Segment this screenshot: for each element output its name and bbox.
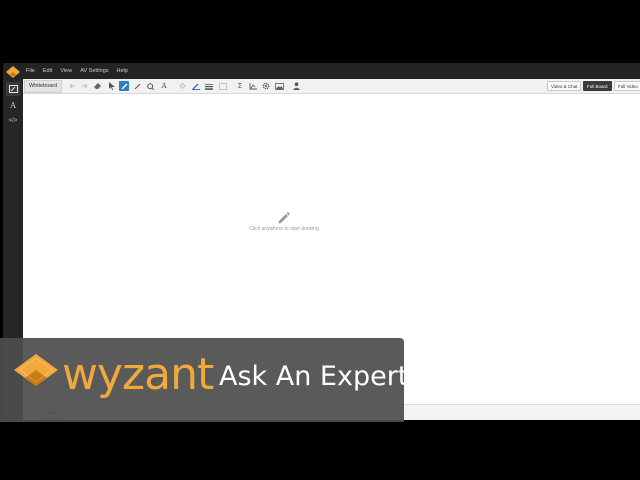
menu-file[interactable]: File (26, 63, 35, 79)
menubar: File Edit View AV Settings Help (3, 63, 640, 79)
video-chat-button[interactable]: Video & Chat (547, 81, 582, 91)
screen: File Edit View AV Settings Help A </> Wh… (0, 0, 640, 480)
code-mode-button[interactable]: </> (6, 114, 20, 128)
full-board-button[interactable]: Full Board (583, 81, 612, 91)
text-icon[interactable]: A (159, 81, 169, 91)
brand-tagline: Ask An Expert (219, 361, 409, 392)
graph-icon[interactable] (248, 81, 258, 91)
opacity-icon[interactable] (218, 81, 228, 91)
full-video-button[interactable]: Full Video (614, 81, 640, 91)
brand-wordmark: wyzant (62, 349, 214, 400)
text-mode-button[interactable]: A (6, 98, 20, 112)
eraser-icon[interactable] (93, 81, 103, 91)
menu-list: File Edit View AV Settings Help (26, 63, 136, 79)
circle-icon[interactable] (145, 81, 155, 91)
color-icon[interactable] (191, 81, 201, 91)
undo-icon[interactable] (67, 81, 77, 91)
wyzant-logo-icon (14, 354, 58, 388)
image-icon[interactable] (274, 81, 284, 91)
menu-view[interactable]: View (60, 63, 72, 79)
whiteboard-tab[interactable]: Whiteboard (24, 80, 63, 93)
pencil-icon (277, 211, 291, 225)
line-icon[interactable] (132, 81, 142, 91)
stroke-icon[interactable] (204, 81, 214, 91)
user-icon[interactable] (291, 81, 301, 91)
settings-icon[interactable] (261, 81, 271, 91)
fill-icon[interactable] (177, 81, 187, 91)
menu-help[interactable]: Help (117, 63, 128, 79)
sigma-icon[interactable]: Σ (235, 81, 245, 91)
whiteboard-icon (8, 85, 18, 93)
select-icon[interactable] (107, 81, 117, 91)
menu-edit[interactable]: Edit (43, 63, 52, 79)
whiteboard-mode-button[interactable] (6, 82, 20, 96)
logo-icon (6, 65, 20, 78)
canvas-hint: Click anywhere to start drawing (249, 226, 319, 232)
menu-av-settings[interactable]: AV Settings (80, 63, 108, 79)
pen-icon[interactable] (119, 81, 129, 91)
redo-icon[interactable] (79, 81, 89, 91)
branding-overlay: wyzant Ask An Expert (0, 338, 408, 422)
toolbar: Whiteboard A Σ Video & Chat Full Board F… (23, 79, 640, 94)
